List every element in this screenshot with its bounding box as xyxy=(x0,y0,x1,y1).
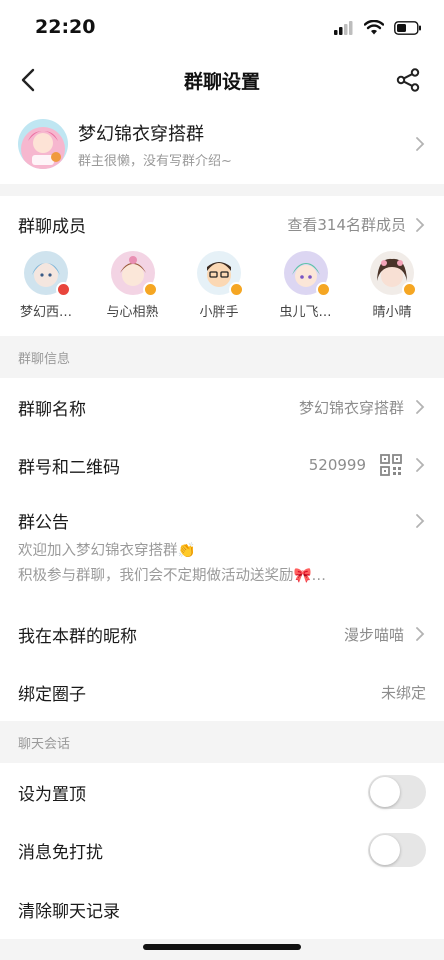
avatar xyxy=(370,251,417,297)
status-icons xyxy=(334,20,422,35)
row-label: 群聊名称 xyxy=(18,399,86,420)
members-row: 梦幻西… 与心相熟 小胖手 虫儿飞… 晴小晴 xyxy=(12,251,426,320)
chevron-right-icon xyxy=(416,458,425,472)
avatar xyxy=(24,251,71,297)
share-icon xyxy=(396,68,420,92)
section-label-group-info: 群聊信息 xyxy=(0,336,444,378)
nav-bar: 群聊设置 xyxy=(0,56,444,104)
admin-badge-icon xyxy=(229,282,244,297)
status-bar: 22:20 xyxy=(0,0,444,56)
clear-history-row[interactable]: 清除聊天记录 xyxy=(0,879,444,939)
avatar xyxy=(197,251,244,297)
group-name-row[interactable]: 群聊名称 梦幻锦衣穿搭群 xyxy=(0,378,444,436)
members-title: 群聊成员 xyxy=(18,217,86,237)
group-avatar xyxy=(18,119,68,169)
qr-code-icon xyxy=(380,454,402,476)
group-description: 群主很懒，没有写群介绍~ xyxy=(78,153,232,169)
avatar xyxy=(110,251,158,297)
chevron-right-icon xyxy=(416,627,425,641)
member-name: 梦幻西… xyxy=(19,305,72,320)
home-indicator xyxy=(143,944,301,950)
back-button[interactable] xyxy=(14,66,42,94)
row-value: 520999 xyxy=(308,456,366,474)
row-label: 群公告 xyxy=(18,513,69,533)
notice-text: 欢迎加入梦幻锦衣穿搭群👏 积极参与群聊，我们会不定期做活动送奖励🎀… xyxy=(18,539,426,589)
row-value: 漫步喵喵 xyxy=(343,625,404,644)
member-item[interactable]: 梦幻西… xyxy=(12,251,80,320)
member-name: 虫儿飞… xyxy=(279,305,332,320)
admin-badge-icon xyxy=(142,282,158,297)
toggle-knob xyxy=(370,777,400,807)
member-name: 小胖手 xyxy=(199,305,239,320)
member-item[interactable]: 小胖手 xyxy=(185,251,253,320)
chevron-right-icon xyxy=(416,400,425,414)
chevron-left-icon xyxy=(21,68,35,92)
member-item[interactable]: 晴小晴 xyxy=(358,251,426,320)
mute-row: 消息免打扰 xyxy=(0,821,444,879)
group-id-qr-row[interactable]: 群号和二维码 520999 xyxy=(0,436,444,494)
group-info-row[interactable]: 梦幻锦衣穿搭群 群主很懒，没有写群介绍~ xyxy=(0,104,444,184)
battery-icon xyxy=(394,20,421,35)
pin-chat-toggle[interactable] xyxy=(368,775,426,809)
chat-settings-list: 设为置顶 消息免打扰 清除聊天记录 xyxy=(0,763,444,939)
row-label: 设为置顶 xyxy=(18,784,86,805)
member-name: 晴小晴 xyxy=(372,305,412,320)
mute-toggle[interactable] xyxy=(368,833,426,867)
member-item[interactable]: 虫儿飞… xyxy=(272,251,340,320)
row-label: 消息免打扰 xyxy=(18,842,103,863)
group-name: 梦幻锦衣穿搭群 xyxy=(78,123,204,145)
member-name: 与心相熟 xyxy=(106,305,159,320)
row-label: 绑定圈子 xyxy=(18,684,86,705)
wifi-icon xyxy=(364,20,384,35)
chevron-right-icon xyxy=(416,137,425,151)
bind-circle-row[interactable]: 绑定圈子 未绑定 xyxy=(0,663,444,721)
cellular-signal-icon xyxy=(334,20,353,35)
admin-badge-icon xyxy=(402,282,417,297)
pin-chat-row: 设为置顶 xyxy=(0,763,444,821)
share-button[interactable] xyxy=(394,66,422,94)
toggle-knob xyxy=(370,835,400,865)
chevron-right-icon xyxy=(416,513,425,528)
row-label: 群号和二维码 xyxy=(18,457,120,478)
view-all-members-label: 查看314名群成员 xyxy=(287,216,406,234)
group-notice-row[interactable]: 群公告 欢迎加入梦幻锦衣穿搭群👏 积极参与群聊，我们会不定期做活动送奖励🎀… xyxy=(0,494,444,605)
admin-badge-icon xyxy=(315,282,331,297)
row-value: 未绑定 xyxy=(380,683,426,702)
row-label: 我在本群的昵称 xyxy=(18,626,137,647)
avatar xyxy=(283,251,331,297)
group-info-list: 群聊名称 梦幻锦衣穿搭群 群号和二维码 520999 群公告 欢迎加入梦幻锦衣穿 xyxy=(0,378,444,721)
row-label: 清除聊天记录 xyxy=(18,901,120,922)
owner-badge-icon xyxy=(56,282,71,297)
members-section: 群聊成员 查看314名群成员 梦幻西… 与心相熟 小胖手 虫儿飞… 晴小晴 xyxy=(0,196,444,336)
row-value: 梦幻锦衣穿搭群 xyxy=(298,398,404,417)
notice-line: 积极参与群聊，我们会不定期做活动送奖励🎀… xyxy=(18,568,327,584)
page-title: 群聊设置 xyxy=(183,70,260,93)
status-time: 22:20 xyxy=(35,16,96,38)
view-all-members-link[interactable]: 查看314名群成员 xyxy=(287,214,426,235)
section-label-chat: 聊天会话 xyxy=(0,721,444,763)
my-nickname-row[interactable]: 我在本群的昵称 漫步喵喵 xyxy=(0,605,444,663)
chevron-right-icon xyxy=(416,217,425,232)
member-item[interactable]: 与心相熟 xyxy=(99,251,167,320)
notice-line: 欢迎加入梦幻锦衣穿搭群👏 xyxy=(18,543,196,559)
